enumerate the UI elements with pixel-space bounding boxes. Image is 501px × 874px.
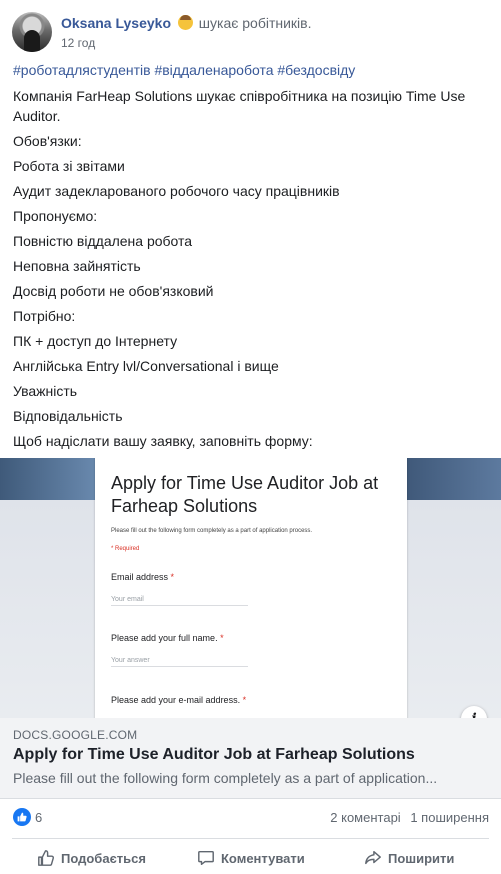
author-line: Oksana Lyseyko шукає робітників. [61,15,312,31]
required-star: * [242,695,247,705]
divider [12,838,489,839]
like-count: 6 [35,810,43,825]
author-avatar[interactable] [12,12,52,52]
post-line: Обов'язки: [13,133,82,149]
post-hashtags[interactable]: #роботадлястудентів #віддаленаробота #бе… [13,60,493,80]
form-answer-placeholder: Your answer [111,657,248,667]
post-line: Аудит задекларованого робочого часу прац… [13,183,340,199]
form-answer-placeholder: Your email [111,596,248,606]
comment-button[interactable]: Коментувати [197,849,305,869]
comment-label: Коментувати [221,851,305,866]
post-line: Відповідальність [13,408,123,424]
post-line: ПК + доступ до Інтернету [13,333,178,349]
shares-count[interactable]: 1 поширення [410,810,489,825]
required-star: * [170,572,175,582]
post-line: Робота зі звітами [13,158,125,174]
form-question-label: Please add your e-mail address. * [111,695,247,705]
post-line: Компанія FarHeap Solutions шукає співроб… [13,88,466,124]
author-name[interactable]: Oksana Lyseyko [61,15,171,31]
like-label: Подобається [61,851,146,866]
post-body: #роботадлястудентів #віддаленаробота #бе… [13,60,493,456]
form-screenshot: Apply for Time Use Auditor Job at Farhea… [95,458,407,718]
form-title: Apply for Time Use Auditor Job at Farhea… [111,473,379,516]
share-arrow-icon [365,850,381,865]
form-question-label: Email address * [111,572,175,582]
share-label: Поширити [388,851,455,866]
form-description: Please fill out the following form compl… [111,528,313,534]
post-line: Щоб надіслати вашу заявку, заповніть фор… [13,433,313,449]
post-line: Потрібно: [13,308,76,324]
form-question-label: Please add your full name. * [111,633,224,643]
post-line: Неповна зайнятість [13,258,141,274]
link-preview-card[interactable]: Apply for Time Use Auditor Job at Farhea… [0,458,501,799]
post-line: Пропонуємо: [13,208,98,224]
link-description: Please fill out the following form compl… [13,770,438,786]
comment-bubble-icon [198,850,214,866]
link-meta[interactable]: DOCS.GOOGLE.COM Apply for Time Use Audit… [0,718,501,799]
required-star: * [220,633,224,643]
post-timestamp[interactable]: 12 год [61,36,95,50]
post-line: Уважність [13,383,78,399]
form-required-note: * Required [111,546,140,552]
link-domain: DOCS.GOOGLE.COM [13,728,138,742]
post-header: Oksana Lyseyko шукає робітників. 12 год [12,12,492,56]
comments-count[interactable]: 2 коментарі [330,810,400,825]
post-action-text: шукає робітників. [198,15,312,31]
post-actions: Подобається Коментувати Поширити [0,843,501,874]
post-line: Досвід роботи не обов'язковий [13,283,214,299]
post-line: Англійська Entry lvl/Conversational і ви… [13,358,279,374]
like-reaction-icon [13,808,31,826]
share-button[interactable]: Поширити [364,849,454,869]
engagement-counts: 2 коментарі 1 поширення [330,810,489,825]
link-preview-image[interactable]: Apply for Time Use Auditor Job at Farhea… [0,458,501,718]
post-line: Повністю віддалена робота [13,233,193,249]
link-title[interactable]: Apply for Time Use Auditor Job at Farhea… [13,746,415,764]
like-button[interactable]: Подобається [37,849,146,869]
nerd-face-emoji-icon [177,15,193,30]
thumbs-up-icon [38,850,55,866]
